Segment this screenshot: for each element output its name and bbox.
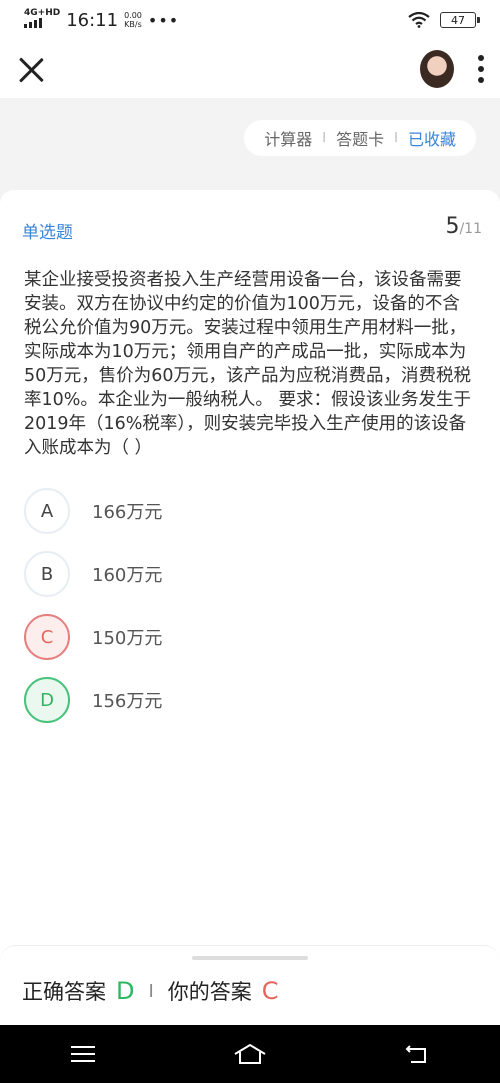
home-button[interactable] bbox=[230, 1039, 270, 1069]
status-more-icon: ••• bbox=[147, 10, 180, 30]
avatar[interactable] bbox=[420, 50, 454, 88]
option-text: 160万元 bbox=[92, 565, 163, 586]
option-letter[interactable]: C bbox=[24, 614, 70, 660]
network-type: 4G+HD bbox=[24, 8, 61, 18]
answer-divider: I bbox=[148, 980, 154, 1002]
option-letter[interactable]: D bbox=[24, 677, 70, 723]
exam-toolbar: 计算器 I 答题卡 I 已收藏 bbox=[244, 120, 476, 156]
status-bar: 4G+HD 16:11 0.00 KB/s ••• 47 bbox=[0, 0, 500, 40]
favorite-button[interactable]: 已收藏 bbox=[408, 126, 456, 150]
status-right: 47 bbox=[408, 12, 480, 28]
answer-card-button[interactable]: 答题卡 bbox=[336, 126, 384, 150]
network-speed-value: 0.00 bbox=[124, 11, 142, 20]
status-time: 16:11 bbox=[66, 9, 119, 31]
question-text: 某企业接受投资者投入生产经营用设备一台，该设备需要安装。双方在协议中约定的价值为… bbox=[24, 270, 472, 458]
option-text: 150万元 bbox=[92, 628, 163, 649]
back-icon bbox=[405, 1045, 426, 1063]
signal-icon: 4G+HD bbox=[24, 9, 60, 31]
option-b[interactable]: B 160万元 bbox=[24, 551, 476, 597]
option-letter[interactable]: B bbox=[24, 551, 70, 597]
header-right bbox=[420, 50, 484, 88]
question-current: 5 bbox=[445, 214, 460, 239]
network-speed-unit: KB/s bbox=[124, 20, 142, 29]
option-text: 166万元 bbox=[92, 502, 163, 523]
correct-answer-label: 正确答案 bbox=[22, 980, 106, 1004]
answer-panel: 正确答案 D I 你的答案 C bbox=[0, 945, 500, 1025]
option-text: 156万元 bbox=[92, 691, 163, 712]
correct-answer-value: D bbox=[116, 977, 135, 1005]
signal-bars-icon bbox=[24, 18, 42, 28]
close-button[interactable] bbox=[16, 54, 46, 84]
your-answer-value: C bbox=[261, 977, 279, 1005]
drag-handle[interactable] bbox=[192, 956, 308, 960]
option-letter[interactable]: A bbox=[24, 488, 70, 534]
options-list: A 166万元 B 160万元 C 150万元 D 156万元 bbox=[24, 488, 476, 740]
system-nav-bar bbox=[0, 1025, 500, 1083]
calculator-button[interactable]: 计算器 bbox=[264, 126, 312, 150]
battery-icon: 47 bbox=[440, 12, 480, 28]
more-options-icon[interactable] bbox=[478, 55, 484, 83]
your-answer-label: 你的答案 bbox=[167, 980, 252, 1004]
option-a[interactable]: A 166万元 bbox=[24, 488, 476, 534]
answer-summary: 正确答案 D I 你的答案 C bbox=[22, 976, 279, 1006]
back-button[interactable] bbox=[397, 1039, 437, 1069]
question-total: /11 bbox=[459, 221, 482, 237]
option-d[interactable]: D 156万元 bbox=[24, 677, 476, 723]
question-card: 单选题 5/11 某企业接受投资者投入生产经营用设备一台，该设备需要安装。双方在… bbox=[0, 190, 500, 990]
battery-level: 47 bbox=[451, 13, 465, 27]
toolbar-divider: I bbox=[394, 130, 398, 146]
network-speed: 0.00 KB/s bbox=[124, 11, 142, 29]
header bbox=[0, 40, 500, 98]
wifi-icon bbox=[408, 12, 430, 28]
status-left: 4G+HD 16:11 0.00 KB/s ••• bbox=[24, 9, 179, 31]
home-icon bbox=[234, 1043, 266, 1064]
menu-button[interactable] bbox=[63, 1039, 103, 1069]
question-type: 单选题 bbox=[22, 223, 73, 243]
option-c[interactable]: C 150万元 bbox=[24, 614, 476, 660]
menu-icon bbox=[71, 1046, 96, 1062]
question-counter: 5/11 bbox=[445, 214, 482, 239]
toolbar-divider: I bbox=[322, 130, 327, 146]
